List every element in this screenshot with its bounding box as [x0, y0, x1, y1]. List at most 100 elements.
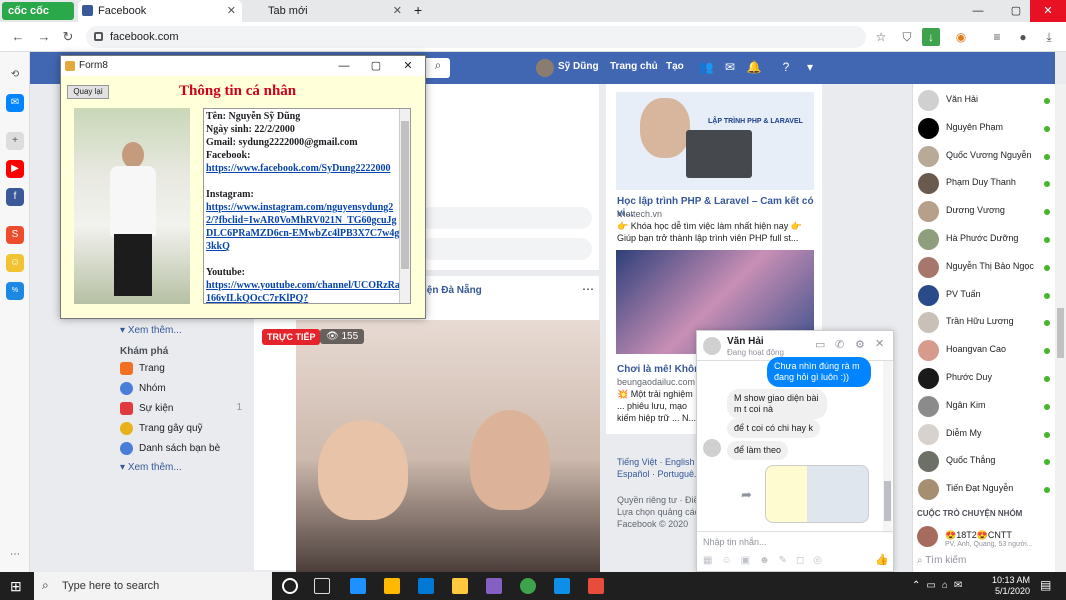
new-tab-icon[interactable]: +	[414, 2, 422, 18]
contact-row[interactable]: Hà Phước Dưỡng	[918, 227, 1056, 251]
bell-icon[interactable]: 🔔	[746, 60, 762, 76]
coccoc-taskbar-icon[interactable]	[520, 578, 536, 594]
shield-icon[interactable]: ⛉	[898, 28, 916, 46]
sidebar-item-fundraisers[interactable]: Trang gây quỹ	[120, 422, 203, 435]
contact-row[interactable]: Quốc Vương Nguyễn	[918, 144, 1056, 168]
store-icon[interactable]	[384, 578, 400, 594]
chevron-down-icon[interactable]: ▾	[802, 60, 818, 76]
group-avatar[interactable]	[917, 526, 938, 547]
help-icon[interactable]: ?	[778, 60, 794, 76]
tray-icons[interactable]: ⌃▭⌂✉	[912, 580, 968, 591]
forward-arrow-icon[interactable]: →	[34, 27, 54, 47]
back-button[interactable]: Quay lại	[67, 85, 109, 99]
like-icon[interactable]: 👍	[875, 553, 889, 566]
messenger-icon[interactable]: ✉	[722, 60, 738, 76]
back-arrow-icon[interactable]: ←	[8, 27, 28, 47]
info-textbox[interactable]: Tên: Nguyễn Sỹ Dũng Ngày sinh: 22/2/2000…	[203, 108, 411, 304]
file-explorer-icon[interactable]	[452, 578, 468, 594]
comment-input[interactable]	[420, 238, 592, 260]
more-icon[interactable]: ⋯	[6, 546, 24, 564]
scrollbar-thumb[interactable]	[401, 121, 409, 269]
contact-row[interactable]: PV Tuấn	[918, 283, 1056, 307]
contact-row[interactable]: Văn Hải	[918, 88, 1056, 112]
gear-icon[interactable]: ⚙	[855, 338, 865, 351]
chat-search[interactable]: ⌕ Tìm kiếm	[917, 555, 966, 566]
instagram-link[interactable]: https://www.instagram.com/nguyensydung22…	[206, 201, 400, 253]
chat-contact-name[interactable]: Văn Hải	[727, 336, 764, 347]
video-call-icon[interactable]: ▭	[815, 338, 825, 351]
tab-facebook[interactable]: Facebook ✕	[78, 0, 242, 22]
contact-row[interactable]: Hoangvan Cao	[918, 338, 1056, 362]
profile-icon[interactable]: ●	[1014, 28, 1032, 46]
sidebar-item-friend-lists[interactable]: Danh sách bạn bè	[120, 442, 220, 455]
history-icon[interactable]: ⟲	[6, 66, 24, 84]
avatar[interactable]	[536, 59, 554, 77]
star-icon[interactable]: ☆	[872, 28, 890, 46]
contact-row[interactable]: Tiến Đạt Nguyễn	[918, 477, 1056, 501]
sidebar-item-groups[interactable]: Nhóm	[120, 382, 166, 395]
sale-icon[interactable]: %	[6, 282, 24, 300]
download-icon[interactable]: ↓	[922, 28, 940, 46]
contact-row[interactable]: Phạm Duy Thanh	[918, 171, 1056, 195]
close-window-icon[interactable]: ✕	[1030, 0, 1066, 22]
contact-row[interactable]: Diễm My	[918, 422, 1056, 446]
mail-icon[interactable]	[418, 578, 434, 594]
page-scrollbar[interactable]	[1055, 84, 1066, 572]
see-more-link[interactable]: ▾ Xem thêm...	[120, 325, 182, 336]
group-name[interactable]: 😍18T2😍CNTT	[945, 530, 1012, 541]
home-link[interactable]: Trang chủ	[610, 61, 658, 72]
shared-image[interactable]	[765, 465, 869, 523]
extension-icon[interactable]: ◉	[952, 28, 970, 46]
youtube-link[interactable]: https://www.youtube.com/channel/UCORzRa1…	[206, 279, 400, 303]
notification-icon[interactable]: ▤	[1040, 578, 1051, 592]
composer-toolbar-icons[interactable]: ▦☺▣☻✎◻◎	[703, 555, 831, 566]
privacy-link[interactable]: Quyền riêng tư · Điề...	[617, 494, 703, 506]
url-field[interactable]: facebook.com	[86, 26, 866, 48]
see-more-link[interactable]: ▾ Xem thêm...	[120, 462, 182, 473]
message-input[interactable]: Nhập tin nhắn...	[703, 537, 767, 547]
edge-icon[interactable]	[350, 578, 366, 594]
playlist-icon[interactable]: ≡	[988, 28, 1006, 46]
share-icon[interactable]: ➦	[741, 487, 752, 503]
youtube-icon[interactable]: ▶	[6, 160, 24, 178]
shopee-icon[interactable]: S	[6, 226, 24, 244]
comment-input[interactable]	[420, 207, 592, 229]
post-location[interactable]: iện Đà Nẵng	[424, 285, 482, 296]
phone-icon[interactable]: ✆	[835, 338, 844, 351]
download-manager-icon[interactable]: ⤓	[1040, 28, 1058, 46]
minimize-icon[interactable]: —	[960, 0, 996, 22]
scrollbar-thumb[interactable]	[1057, 308, 1064, 358]
language-links[interactable]: Tiếng Việt · English · Español · Portugu…	[617, 456, 705, 480]
chat-scrollbar[interactable]	[883, 361, 892, 533]
visual-studio-icon[interactable]	[486, 578, 502, 594]
form-app-taskbar-icon[interactable]	[588, 578, 604, 594]
messenger-icon[interactable]: ✉	[6, 94, 24, 112]
form-title-bar[interactable]: Form8 — ▢ ✕	[61, 56, 425, 76]
contact-row[interactable]: Nguyên Phạm	[918, 116, 1056, 140]
info-scrollbar[interactable]	[399, 109, 410, 303]
facebook-icon[interactable]: f	[6, 188, 24, 206]
adchoice-link[interactable]: Lựa chọn quảng các...	[617, 506, 703, 518]
user-link[interactable]: Sỹ Dũng	[558, 61, 599, 72]
close-icon[interactable]: ✕	[393, 56, 423, 76]
maximize-icon[interactable]: ▢	[998, 0, 1034, 22]
sidebar-item-events[interactable]: Sự kiện 1	[120, 402, 242, 415]
minimize-icon[interactable]: —	[329, 56, 359, 76]
tab-new[interactable]: Tab mới ✕	[248, 0, 408, 22]
browser-logo[interactable]: cốc cốc	[2, 2, 74, 20]
contact-row[interactable]: Trần Hữu Lương	[918, 310, 1056, 334]
create-link[interactable]: Tạo	[666, 61, 684, 72]
search-icon[interactable]: ⌕	[426, 58, 450, 78]
cortana-icon[interactable]	[282, 578, 298, 594]
contact-row[interactable]: Ngân Kim	[918, 394, 1056, 418]
facebook-link[interactable]: https://www.facebook.com/SyDung2222000	[206, 162, 400, 175]
task-view-icon[interactable]	[314, 578, 330, 594]
close-icon[interactable]: ✕	[875, 337, 884, 350]
contact-row[interactable]: Dương Vương	[918, 199, 1056, 223]
post-options-icon[interactable]: ⋯	[582, 282, 594, 296]
contact-row[interactable]: Phước Duy	[918, 366, 1056, 390]
taskbar-clock[interactable]: 10:13 AM 5/1/2020	[992, 575, 1030, 597]
ad-title[interactable]: Chơi là mê! Không ...	[617, 364, 699, 376]
close-tab-icon[interactable]: ✕	[227, 0, 236, 22]
close-tab-icon[interactable]: ✕	[393, 0, 402, 22]
